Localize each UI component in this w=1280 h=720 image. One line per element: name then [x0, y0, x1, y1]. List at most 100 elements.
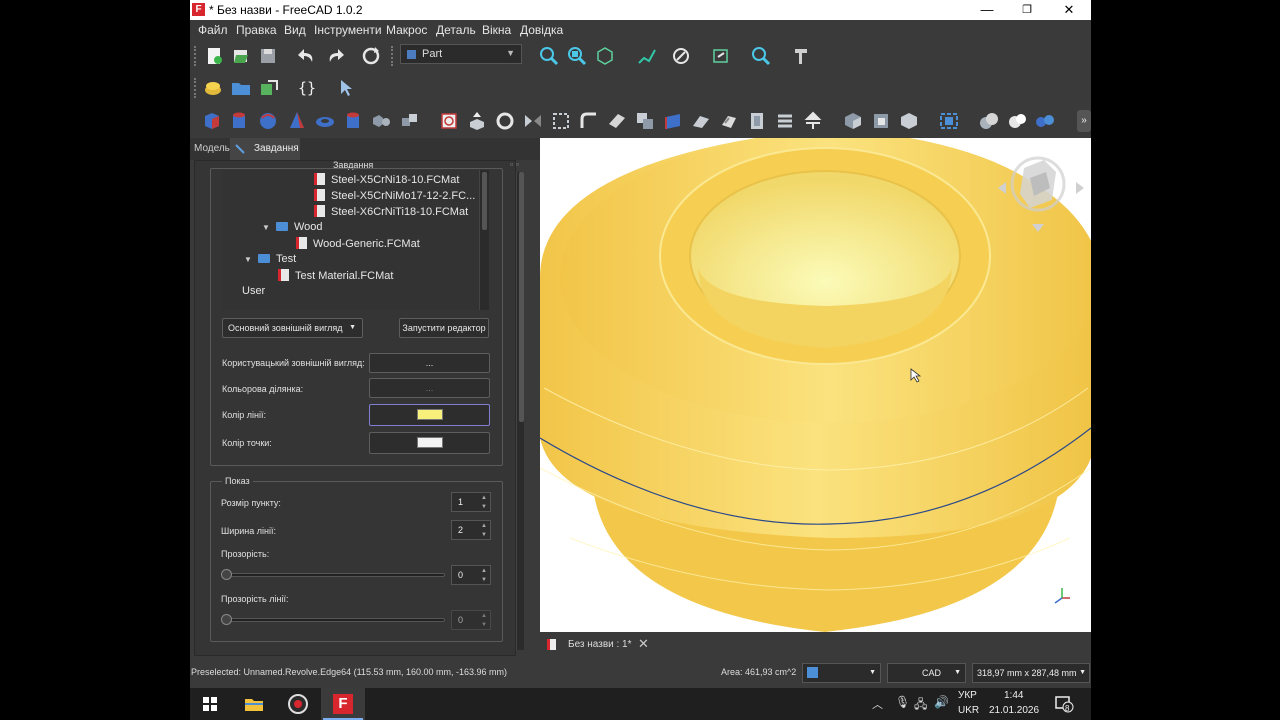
sphere-icon[interactable]: [257, 110, 279, 132]
appearance-combo[interactable]: Основний зовнішній вигляд ▼: [222, 318, 363, 338]
maximize-button[interactable]: ❐: [1007, 0, 1047, 20]
primitives-icon[interactable]: [370, 110, 392, 132]
redo-icon[interactable]: [324, 45, 346, 67]
check-geometry-icon[interactable]: [1034, 110, 1056, 132]
color-plot-button[interactable]: ...: [369, 378, 490, 398]
3d-view[interactable]: [540, 138, 1091, 632]
file-explorer-icon[interactable]: [242, 692, 266, 716]
thickness-icon[interactable]: [718, 110, 740, 132]
spin-down-icon[interactable]: ▼: [479, 531, 489, 539]
make-face-icon[interactable]: [606, 110, 628, 132]
panel-scrollbar[interactable]: [516, 172, 524, 650]
compound-icon[interactable]: [774, 110, 796, 132]
tube-icon[interactable]: [342, 110, 364, 132]
workbench-selector[interactable]: Part ▼: [400, 44, 522, 64]
chamfer-icon[interactable]: [578, 110, 600, 132]
spin-up-icon[interactable]: ▲: [479, 612, 489, 620]
tab-model[interactable]: Модель: [190, 138, 230, 160]
line-width-spinbox[interactable]: 2 ▲ ▼: [451, 520, 491, 540]
menu-part[interactable]: Деталь: [436, 23, 476, 37]
network-icon[interactable]: 🖧: [914, 695, 927, 716]
custom-appearance-button[interactable]: ...: [369, 353, 490, 373]
box-icon[interactable]: [201, 110, 223, 132]
tree-item[interactable]: Steel-X6CrNiTi18-10.FCMat: [314, 205, 468, 221]
menu-tools[interactable]: Інструменти: [314, 23, 382, 37]
expand-arrow-icon[interactable]: ▼: [244, 255, 258, 264]
minimize-button[interactable]: —: [967, 0, 1007, 20]
toolbar-handle[interactable]: [194, 78, 198, 98]
expand-arrow-icon[interactable]: ▼: [262, 223, 276, 232]
dimension-readout[interactable]: 318,97 mm x 287,48 mm ▼: [972, 663, 1090, 683]
tree-item-user[interactable]: User: [242, 285, 265, 301]
volume-icon[interactable]: 🔊: [934, 695, 949, 709]
tray-overflow-icon[interactable]: ︿: [872, 696, 883, 712]
menu-file[interactable]: Файл: [198, 23, 228, 37]
ruled-surface-icon[interactable]: [634, 110, 656, 132]
unit-combo[interactable]: ▼: [802, 663, 881, 683]
clock-date[interactable]: 21.01.2026: [989, 705, 1039, 716]
whats-this-icon[interactable]: [336, 77, 358, 99]
tree-item[interactable]: Steel-X5CrNiMo17-12-2.FC...: [314, 189, 475, 205]
transparency-spinbox[interactable]: 0 ▲ ▼: [451, 565, 491, 585]
compound-tools-icon[interactable]: [802, 110, 824, 132]
line-transparency-slider[interactable]: [222, 618, 445, 622]
tree-folder-test[interactable]: ▼ Test: [244, 253, 296, 269]
transparency-slider-handle[interactable]: [221, 569, 232, 580]
folder-icon[interactable]: [230, 77, 252, 99]
menu-macro[interactable]: Макрос: [386, 23, 427, 37]
save-icon[interactable]: [257, 45, 279, 67]
tree-scrollbar[interactable]: [479, 170, 489, 310]
offset-icon[interactable]: [746, 110, 768, 132]
close-button[interactable]: ✕: [1049, 0, 1089, 20]
join-features-icon[interactable]: [978, 110, 1000, 132]
freecad-taskbar-button[interactable]: F: [321, 688, 365, 720]
python-console-icon[interactable]: {}: [296, 77, 318, 99]
toolbar-handle[interactable]: [391, 46, 395, 66]
cut-icon[interactable]: [870, 110, 892, 132]
macro-record-icon[interactable]: [202, 77, 224, 99]
draw-style-icon[interactable]: [670, 45, 692, 67]
menu-edit[interactable]: Правка: [236, 23, 277, 37]
standard-views-icon[interactable]: [594, 45, 616, 67]
recorder-app-icon[interactable]: [286, 692, 310, 716]
language-bottom[interactable]: UKR: [958, 705, 979, 716]
shape-builder-icon[interactable]: [398, 110, 420, 132]
spin-up-icon[interactable]: ▲: [479, 494, 489, 502]
menu-view[interactable]: Вид: [284, 23, 306, 37]
line-color-button[interactable]: [369, 404, 490, 426]
boolean-icon[interactable]: [842, 110, 864, 132]
spin-down-icon[interactable]: ▼: [479, 621, 489, 629]
float-panel-icon[interactable]: ▫ ▫: [510, 159, 519, 169]
transparency-slider[interactable]: [222, 573, 445, 577]
tree-folder-wood[interactable]: ▼ Wood: [262, 221, 323, 237]
microphone-icon[interactable]: 🎙: [895, 695, 910, 709]
fit-all-icon[interactable]: [538, 45, 560, 67]
new-document-icon[interactable]: [203, 45, 225, 67]
close-tab-icon[interactable]: ✕: [638, 636, 649, 652]
launch-editor-button[interactable]: Запустити редактор: [399, 318, 489, 338]
line-transparency-slider-handle[interactable]: [221, 614, 232, 625]
windows-start-icon[interactable]: [198, 692, 222, 716]
refresh-icon[interactable]: [360, 45, 382, 67]
language-top[interactable]: УКР: [958, 690, 977, 701]
navigation-cube[interactable]: [994, 138, 1090, 234]
spin-up-icon[interactable]: ▲: [479, 567, 489, 575]
line-transparency-spinbox[interactable]: 0 ▲ ▼: [451, 610, 491, 630]
document-tab-label[interactable]: Без назви : 1*: [568, 639, 632, 650]
mirror-icon[interactable]: [522, 110, 544, 132]
extrude-icon[interactable]: [466, 110, 488, 132]
tree-item[interactable]: Steel-X5CrNi18-10.FCMat: [314, 173, 459, 189]
revolve-icon[interactable]: [494, 110, 516, 132]
point-color-button[interactable]: [369, 432, 490, 454]
toolbar-overflow-icon[interactable]: »: [1077, 110, 1091, 132]
point-size-spinbox[interactable]: 1 ▲ ▼: [451, 492, 491, 512]
cone-icon[interactable]: [286, 110, 308, 132]
bounding-box-icon[interactable]: [710, 45, 732, 67]
menu-windows[interactable]: Вікна: [482, 23, 511, 37]
clock-time[interactable]: 1:44: [1004, 690, 1023, 701]
section-icon[interactable]: [438, 110, 460, 132]
loft-icon[interactable]: [662, 110, 684, 132]
selection-view-icon[interactable]: [938, 110, 960, 132]
fit-selection-icon[interactable]: [566, 45, 588, 67]
menu-help[interactable]: Довідка: [520, 23, 563, 37]
